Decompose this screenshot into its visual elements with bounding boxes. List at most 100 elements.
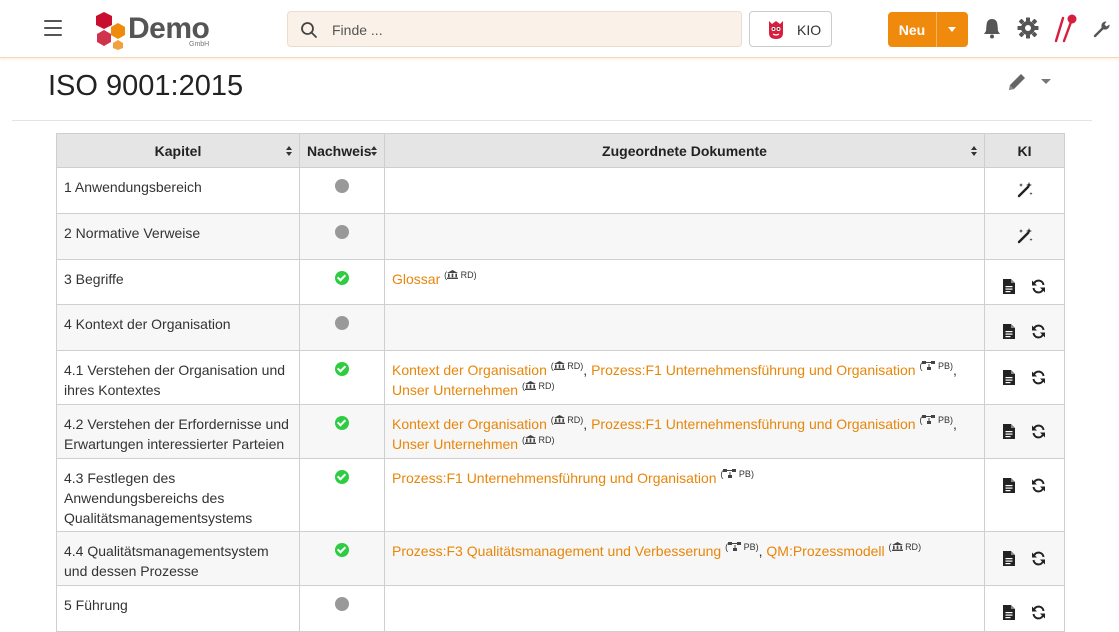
refresh-icon[interactable] (1031, 551, 1046, 571)
pencil-edit-icon[interactable] (1006, 71, 1028, 93)
document-type-tag: ( PB) (725, 542, 759, 552)
logo-subtext: GmbH (189, 41, 210, 48)
document-link[interactable]: Unser Unternehmen (392, 436, 518, 452)
check-circle-icon (335, 362, 349, 376)
documents-cell: Kontext der Organisation ( RD), Prozess:… (384, 404, 985, 459)
logo-hexagons-icon (96, 12, 125, 50)
chevron-down-icon[interactable] (948, 27, 956, 32)
document-link[interactable]: Prozess:F1 Unternehmensführung und Organ… (392, 470, 717, 486)
document-icon[interactable] (1003, 424, 1015, 444)
refresh-icon[interactable] (1031, 424, 1046, 444)
document-link[interactable]: Prozess:F3 Qualitätsmanagement und Verbe… (392, 543, 721, 559)
document-link[interactable]: QM:Prozessmodell (766, 543, 884, 559)
title-divider (12, 120, 1092, 121)
ki-actions (1003, 279, 1046, 299)
table-row: 3 Begriffe Glossar ( RD) (56, 259, 1065, 305)
document-type-tag: ( PB) (919, 361, 953, 371)
document-link[interactable]: Glossar (392, 271, 440, 287)
kapitel-cell: 5 Führung (56, 585, 300, 632)
check-circle-icon (335, 470, 349, 484)
document-icon[interactable] (1003, 551, 1015, 571)
top-navigation-bar: Demo GmbH KIO Neu (0, 0, 1119, 58)
table-row: 4 Kontext der Organisation (56, 304, 1065, 351)
document-icon[interactable] (1003, 324, 1015, 344)
document-link[interactable]: Prozess:F1 Unternehmensführung und Organ… (591, 416, 916, 432)
documents-cell (384, 167, 985, 214)
column-header-nachweis[interactable]: Nachweis (299, 133, 385, 168)
document-type-label: PB (738, 469, 751, 479)
document-link[interactable]: Kontext der Organisation (392, 416, 547, 432)
document-type-label: PB (937, 415, 950, 425)
bank-icon (447, 270, 459, 280)
kio-button[interactable]: KIO (749, 11, 832, 47)
kapitel-cell: 1 Anwendungsbereich (56, 167, 300, 214)
refresh-icon[interactable] (1031, 605, 1046, 625)
company-logo[interactable]: Demo GmbH (91, 10, 221, 50)
process-icon (922, 361, 936, 371)
document-type-tag: ( PB) (720, 469, 754, 479)
ki-actions (1003, 370, 1046, 390)
documents-cell (384, 585, 985, 632)
bank-icon (891, 542, 903, 552)
ki-cell (984, 259, 1065, 305)
kapitel-cell: 3 Begriffe (56, 259, 300, 305)
bell-icon[interactable] (982, 17, 1002, 39)
document-type-tag: ( RD) (888, 542, 922, 552)
document-type-tag: ( RD) (521, 381, 555, 391)
document-type-label: PB (937, 361, 950, 371)
ki-cell (984, 531, 1065, 586)
document-type-tag: ( RD) (550, 361, 584, 371)
nachweis-cell (299, 259, 385, 305)
process-icon (723, 469, 737, 479)
check-circle-icon (335, 271, 349, 285)
sort-icon[interactable] (286, 146, 293, 157)
search-icon (301, 22, 317, 38)
sort-icon[interactable] (971, 146, 978, 157)
wrench-icon[interactable] (1092, 19, 1112, 39)
magic-wand-icon[interactable] (1016, 181, 1034, 204)
ki-actions (1003, 324, 1046, 344)
search-input[interactable] (332, 20, 722, 40)
refresh-icon[interactable] (1031, 279, 1046, 299)
ki-cell (984, 304, 1065, 351)
document-type-label: PB (743, 542, 756, 552)
kapitel-cell: 4 Kontext der Organisation (56, 304, 300, 351)
ki-actions (1003, 605, 1046, 625)
document-link[interactable]: Prozess:F1 Unternehmensführung und Organ… (591, 362, 916, 378)
column-header-kapitel[interactable]: Kapitel (56, 133, 300, 168)
document-icon[interactable] (1003, 279, 1015, 299)
iso-chapters-table: Kapitel Nachweis Zugeordnete Dokumente K… (56, 133, 1065, 632)
status-dot-icon (335, 179, 349, 193)
column-header-dokumente[interactable]: Zugeordnete Dokumente (384, 133, 985, 168)
bank-icon (553, 361, 565, 371)
search-box[interactable] (287, 11, 742, 47)
page-title: ISO 9001:2015 (48, 70, 244, 102)
process-icon (922, 415, 936, 425)
documents-cell: Glossar ( RD) (384, 259, 985, 305)
document-type-tag: ( RD) (444, 270, 477, 280)
document-icon[interactable] (1003, 478, 1015, 498)
sort-icon[interactable] (371, 146, 378, 157)
table-row: 4.2 Verstehen der Erfordernisse und Erwa… (56, 404, 1065, 459)
new-button[interactable]: Neu (888, 12, 968, 47)
nachweis-cell (299, 350, 385, 405)
column-header-label: Kapitel (154, 142, 202, 159)
hamburger-menu-icon[interactable] (44, 20, 62, 36)
magic-wand-icon[interactable] (1016, 227, 1034, 250)
document-type-tag: ( PB) (919, 415, 953, 425)
refresh-icon[interactable] (1031, 478, 1046, 498)
pin-tools-icon[interactable] (1052, 13, 1080, 43)
edit-menu-chevron-icon[interactable] (1041, 79, 1051, 84)
gear-icon[interactable] (1017, 17, 1039, 39)
document-icon[interactable] (1003, 370, 1015, 390)
document-link[interactable]: Kontext der Organisation (392, 362, 547, 378)
nachweis-cell (299, 167, 385, 214)
table-row: 1 Anwendungsbereich (56, 167, 1065, 214)
document-type-tag: ( RD) (550, 415, 584, 425)
document-icon[interactable] (1003, 605, 1015, 625)
status-dot-icon (335, 225, 349, 239)
new-button-label: Neu (898, 22, 926, 38)
refresh-icon[interactable] (1031, 370, 1046, 390)
document-link[interactable]: Unser Unternehmen (392, 382, 518, 398)
refresh-icon[interactable] (1031, 324, 1046, 344)
